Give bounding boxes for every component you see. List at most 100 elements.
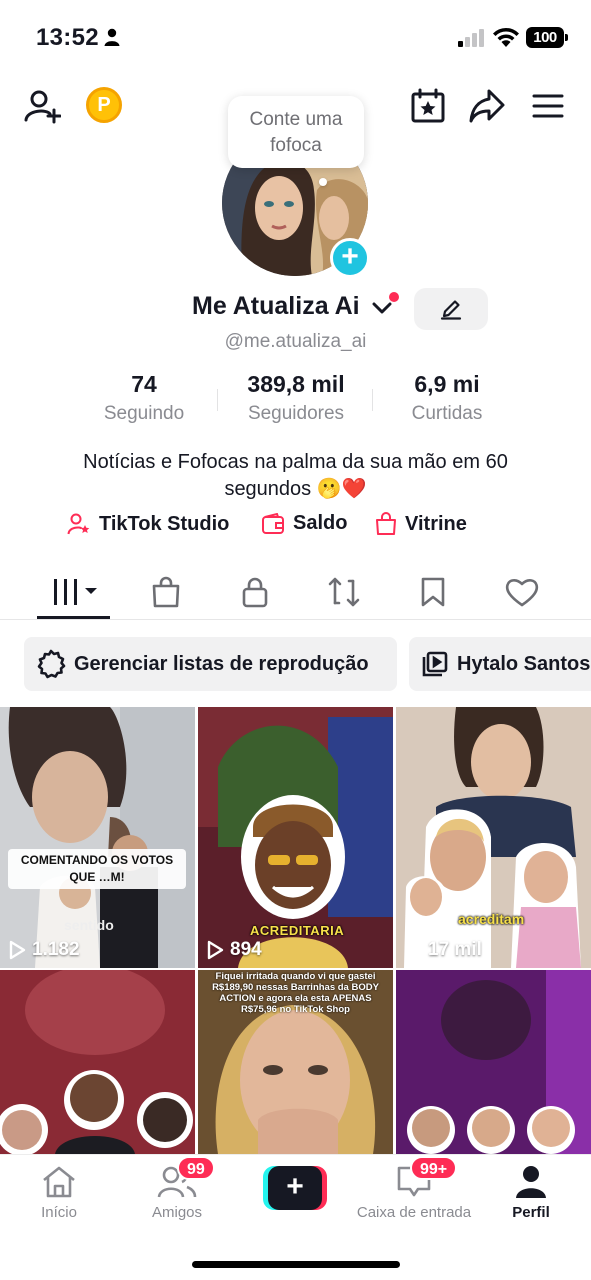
tab-private[interactable] bbox=[230, 570, 280, 614]
stat-value: 389,8 mil bbox=[247, 371, 345, 397]
saldo-link[interactable]: Saldo bbox=[261, 512, 347, 535]
repost-icon bbox=[328, 577, 360, 607]
person-icon bbox=[104, 28, 120, 46]
video-image bbox=[396, 707, 591, 968]
video-thumbnail[interactable]: Fiquei irritada quando vi que gastei R$1… bbox=[198, 970, 393, 1154]
stat-label: Curtidas bbox=[411, 403, 483, 424]
inbox-badge: 99+ bbox=[410, 1156, 458, 1180]
view-count-text: 17 mil bbox=[428, 939, 482, 960]
tooltip-tail bbox=[319, 178, 327, 186]
person-star-icon bbox=[67, 513, 90, 535]
stat-divider bbox=[217, 389, 218, 411]
vitrine-link[interactable]: Vitrine bbox=[375, 512, 467, 536]
share-button[interactable] bbox=[467, 86, 507, 126]
nav-label: Perfil bbox=[512, 1204, 550, 1221]
video-thumbnail[interactable]: COMENTANDO OS VOTOS QUE …M! sentido 1.18… bbox=[0, 707, 195, 968]
tab-reposts[interactable] bbox=[319, 570, 369, 614]
tab-saved[interactable] bbox=[408, 570, 458, 614]
stat-likes[interactable]: 6,9 mi Curtidas bbox=[392, 371, 502, 425]
tabs-divider bbox=[0, 619, 591, 620]
coin-label: P bbox=[97, 93, 111, 116]
notification-dot bbox=[389, 292, 399, 302]
grid-icon bbox=[54, 579, 97, 605]
add-person-icon bbox=[24, 90, 61, 124]
stat-following[interactable]: 74 Seguindo bbox=[94, 371, 194, 425]
link-label: Vitrine bbox=[405, 512, 467, 535]
home-indicator bbox=[192, 1261, 400, 1268]
tab-shop[interactable] bbox=[141, 570, 191, 614]
heart-icon bbox=[505, 579, 539, 607]
nav-label: Início bbox=[41, 1204, 77, 1221]
username: @me.atualiza_ai bbox=[224, 331, 367, 352]
stat-value: 6,9 mi bbox=[414, 371, 480, 397]
playlist-icon bbox=[422, 651, 448, 677]
view-count: 894 bbox=[206, 939, 262, 961]
view-count-text: 1.182 bbox=[32, 939, 80, 960]
cellular-signal-icon bbox=[458, 29, 484, 47]
shopping-bag-icon bbox=[152, 576, 180, 608]
video-caption: acreditam bbox=[458, 911, 525, 927]
video-thumbnail[interactable]: ACREDITARIA 894 bbox=[198, 707, 393, 968]
play-icon bbox=[9, 940, 26, 960]
nav-label: Caixa de entrada bbox=[356, 1204, 472, 1221]
link-label: Saldo bbox=[293, 512, 348, 534]
manage-playlists-chip[interactable]: Gerenciar listas de reprodução bbox=[24, 637, 397, 691]
tab-videos[interactable] bbox=[50, 570, 104, 614]
video-image bbox=[396, 970, 591, 1154]
pencil-icon bbox=[440, 300, 462, 320]
video-thumbnail[interactable] bbox=[396, 970, 591, 1154]
video-overlay-text: sentido bbox=[64, 917, 114, 933]
chip-label: Hytalo Santos bbox=[457, 652, 591, 675]
video-caption: COMENTANDO OS VOTOS QUE …M! bbox=[8, 849, 186, 889]
stat-followers[interactable]: 389,8 mil Seguidores bbox=[226, 371, 366, 425]
home-icon bbox=[43, 1166, 75, 1198]
playlist-chip[interactable]: Hytalo Santos bbox=[409, 637, 591, 691]
stat-label: Seguindo bbox=[103, 403, 185, 424]
name-row: Me Atualiza Ai bbox=[0, 292, 591, 326]
calendar-star-icon bbox=[411, 88, 445, 123]
view-count: 17 mil bbox=[404, 939, 482, 961]
status-time: 13:52 bbox=[36, 24, 99, 51]
link-label: TikTok Studio bbox=[99, 512, 230, 535]
wifi-icon bbox=[493, 27, 519, 47]
calendar-button[interactable] bbox=[408, 86, 448, 126]
view-count: 1.182 bbox=[8, 939, 80, 961]
wallet-icon bbox=[262, 512, 284, 534]
create-button[interactable]: + bbox=[262, 1166, 328, 1210]
nav-home[interactable]: Início bbox=[0, 1164, 124, 1221]
stat-label: Seguidores bbox=[247, 403, 345, 424]
friends-badge: 99 bbox=[177, 1156, 215, 1180]
video-image bbox=[0, 970, 195, 1154]
coins-button[interactable]: P bbox=[86, 87, 122, 123]
edit-profile-button[interactable] bbox=[414, 288, 488, 330]
menu-button[interactable] bbox=[528, 86, 568, 126]
chip-label: Gerenciar listas de reprodução bbox=[74, 652, 369, 675]
play-icon bbox=[405, 940, 422, 960]
tab-liked[interactable] bbox=[497, 570, 547, 614]
view-count-text: 894 bbox=[230, 939, 262, 960]
profile-name[interactable]: Me Atualiza Ai bbox=[192, 292, 360, 321]
nav-profile[interactable]: Perfil bbox=[466, 1164, 591, 1221]
add-friend-button[interactable] bbox=[22, 86, 62, 126]
shopping-bag-icon bbox=[376, 512, 396, 535]
video-thumbnail[interactable] bbox=[0, 970, 195, 1154]
tooltip-bubble[interactable]: Conte uma fofoca bbox=[228, 96, 364, 168]
video-caption: ACREDITARIA bbox=[250, 923, 345, 938]
plus-icon: + bbox=[268, 1166, 322, 1210]
video-thumbnail[interactable]: acreditam 17 mil bbox=[396, 707, 591, 968]
share-arrow-icon bbox=[469, 89, 505, 123]
profile-bio: Notícias e Fofocas na palma da sua mão e… bbox=[83, 451, 508, 500]
nav-label: Amigos bbox=[151, 1204, 203, 1221]
lock-icon bbox=[242, 577, 268, 608]
gear-icon bbox=[37, 649, 66, 679]
video-caption: Fiquei irritada quando vi que gastei R$1… bbox=[212, 971, 379, 1015]
profile-icon bbox=[516, 1166, 546, 1198]
hamburger-menu-icon bbox=[532, 94, 564, 118]
play-icon bbox=[207, 940, 224, 960]
stat-value: 74 bbox=[131, 371, 157, 397]
bookmark-icon bbox=[421, 577, 445, 607]
stat-divider bbox=[372, 389, 373, 411]
battery-indicator: 100 bbox=[526, 27, 568, 48]
tiktok-studio-link[interactable]: TikTok Studio bbox=[67, 512, 229, 536]
add-avatar-button[interactable]: + bbox=[330, 238, 370, 278]
